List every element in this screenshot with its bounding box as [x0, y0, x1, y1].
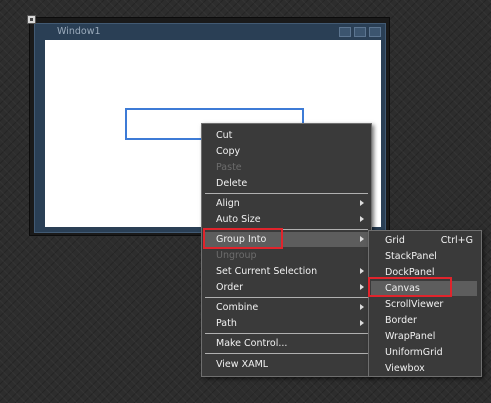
- menu-item-path[interactable]: Path: [216, 316, 369, 331]
- menu-item-set-current-selection-label: Set Current Selection: [216, 266, 318, 277]
- submenu-arrow-icon: [360, 200, 364, 206]
- group-into-submenu: Grid Ctrl+G StackPanel DockPanel Canvas …: [368, 230, 482, 377]
- context-menu: Cut Copy Paste Delete Align Auto Size Gr…: [201, 123, 372, 377]
- submenu-item-border[interactable]: Border: [385, 313, 477, 328]
- menu-item-ungroup: Ungroup: [216, 250, 257, 261]
- window-resize-handle-icon[interactable]: [27, 15, 36, 24]
- window-controls: [339, 27, 381, 37]
- menu-item-auto-size-label: Auto Size: [216, 214, 261, 225]
- menu-separator: [205, 353, 368, 354]
- menu-item-combine-label: Combine: [216, 302, 259, 313]
- maximize-icon: [354, 27, 366, 37]
- menu-item-set-current-selection[interactable]: Set Current Selection: [216, 264, 369, 279]
- submenu-item-uniformgrid[interactable]: UniformGrid: [385, 345, 477, 360]
- submenu-item-stackpanel[interactable]: StackPanel: [385, 249, 477, 264]
- minimize-icon: [339, 27, 351, 37]
- menu-item-align-label: Align: [216, 198, 240, 209]
- menu-item-cut[interactable]: Cut: [216, 128, 369, 143]
- menu-item-make-control[interactable]: Make Control...: [216, 336, 369, 351]
- menu-item-path-label: Path: [216, 318, 237, 329]
- shortcut-label: Ctrl+G: [440, 235, 473, 246]
- menu-separator: [205, 333, 368, 334]
- menu-separator: [205, 297, 368, 298]
- menu-item-group-into[interactable]: Group Into: [204, 232, 369, 247]
- submenu-arrow-icon: [360, 320, 364, 326]
- submenu-item-viewbox[interactable]: Viewbox: [385, 361, 477, 376]
- submenu-item-grid[interactable]: Grid Ctrl+G: [385, 233, 477, 248]
- menu-item-delete[interactable]: Delete: [216, 176, 369, 191]
- menu-separator: [205, 229, 368, 230]
- submenu-item-dockpanel[interactable]: DockPanel: [385, 265, 477, 280]
- submenu-item-wrappanel[interactable]: WrapPanel: [385, 329, 477, 344]
- menu-item-auto-size[interactable]: Auto Size: [216, 212, 369, 227]
- submenu-arrow-icon: [360, 268, 364, 274]
- menu-item-copy[interactable]: Copy: [216, 144, 369, 159]
- menu-separator: [205, 193, 368, 194]
- submenu-arrow-icon: [360, 216, 364, 222]
- menu-item-order[interactable]: Order: [216, 280, 369, 295]
- menu-item-paste: Paste: [216, 162, 242, 173]
- submenu-arrow-icon: [360, 304, 364, 310]
- menu-item-group-into-label: Group Into: [216, 234, 267, 245]
- submenu-item-grid-label: Grid: [385, 235, 405, 246]
- window-title: Window1: [57, 26, 101, 37]
- submenu-arrow-icon: [360, 236, 364, 242]
- submenu-item-scrollviewer[interactable]: ScrollViewer: [385, 297, 477, 312]
- close-icon: [369, 27, 381, 37]
- menu-item-view-xaml[interactable]: View XAML: [216, 357, 369, 372]
- menu-item-order-label: Order: [216, 282, 243, 293]
- submenu-arrow-icon: [360, 284, 364, 290]
- submenu-item-canvas[interactable]: Canvas: [371, 281, 477, 296]
- menu-item-combine[interactable]: Combine: [216, 300, 369, 315]
- menu-item-align[interactable]: Align: [216, 196, 369, 211]
